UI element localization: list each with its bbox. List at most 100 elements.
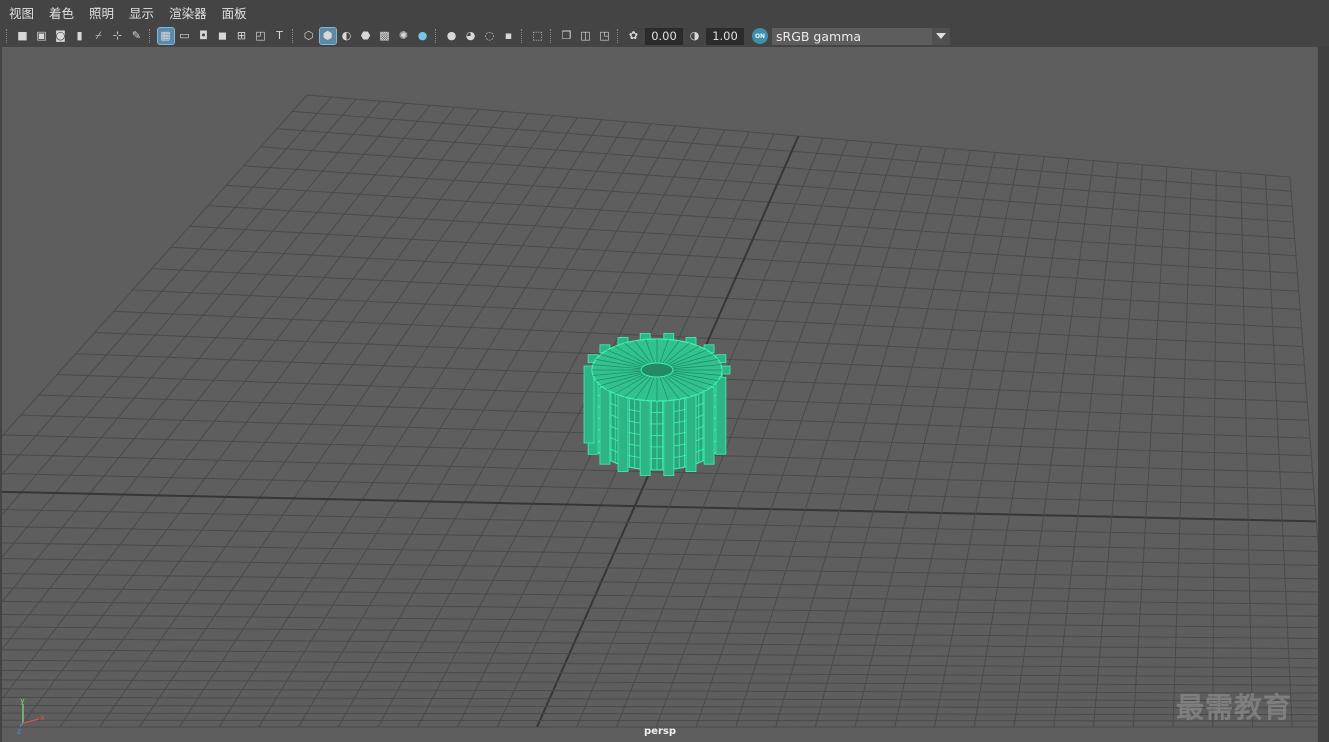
gamma-field[interactable]: 1.00 bbox=[706, 27, 744, 45]
grid-line bbox=[1132, 166, 1168, 728]
grid-line bbox=[1172, 168, 1193, 728]
image-plane-icon[interactable]: ⌿ bbox=[91, 28, 107, 44]
grid-icon[interactable]: ▦ bbox=[156, 27, 175, 45]
field-chart-icon[interactable]: ⊞ bbox=[234, 28, 250, 44]
view-transform-label: sRGB gamma bbox=[776, 28, 862, 44]
bookmark-icon[interactable]: ▮ bbox=[72, 28, 88, 44]
select-camera-icon[interactable]: ⬚ bbox=[530, 28, 546, 44]
grid-line bbox=[1264, 174, 1293, 728]
gear-tooth bbox=[583, 365, 595, 444]
grid-line bbox=[2, 688, 1318, 694]
exposure-field[interactable]: 0.00 bbox=[645, 27, 683, 45]
wireframe-icon[interactable]: ⬡ bbox=[301, 28, 317, 44]
xray-icon[interactable]: ◫ bbox=[578, 28, 594, 44]
gear-tooth bbox=[599, 386, 611, 465]
exposure-icon[interactable]: ✿ bbox=[626, 28, 642, 44]
camera-lock-icon[interactable]: ▣ bbox=[34, 28, 50, 44]
shadows-icon[interactable]: ● bbox=[415, 28, 431, 44]
menu-shading[interactable]: 着色 bbox=[40, 0, 80, 26]
toolbar-separator bbox=[292, 29, 295, 43]
grid-line bbox=[2, 696, 1318, 702]
wireframe-on-shaded-icon[interactable]: ⬣ bbox=[358, 28, 374, 44]
camera-name-label: persp bbox=[644, 726, 676, 737]
gamma-icon[interactable]: ◑ bbox=[687, 28, 703, 44]
default-material-icon[interactable]: ◐ bbox=[339, 28, 355, 44]
grid-line bbox=[1212, 170, 1217, 728]
film-gate-icon[interactable]: ▭ bbox=[177, 28, 193, 44]
xray-joints-icon[interactable]: ◳ bbox=[597, 28, 613, 44]
toolbar-separator bbox=[6, 29, 9, 43]
menu-show[interactable]: 显示 bbox=[120, 0, 160, 26]
grid-line bbox=[2, 679, 1318, 686]
textured-icon[interactable]: ▩ bbox=[377, 28, 393, 44]
gear-tooth bbox=[663, 398, 675, 476]
axis-x-label: x bbox=[40, 713, 45, 722]
gear-tooth bbox=[703, 386, 715, 465]
grid-line bbox=[99, 113, 529, 728]
grid-axis-line bbox=[2, 490, 1317, 523]
motion-blur-icon[interactable]: ◕ bbox=[463, 28, 479, 44]
grid-line bbox=[1240, 172, 1253, 728]
toolbar-separator bbox=[435, 29, 438, 43]
menu-lighting[interactable]: 照明 bbox=[80, 0, 120, 26]
grid-line bbox=[973, 158, 1070, 728]
menu-panels[interactable]: 面板 bbox=[213, 0, 253, 26]
grid-line bbox=[2, 100, 382, 559]
safe-action-icon[interactable]: ◰ bbox=[253, 28, 269, 44]
menu-bar: 视图 着色 照明 显示 渲染器 面板 bbox=[0, 0, 1329, 26]
smooth-shade-icon[interactable]: ⬢ bbox=[318, 27, 337, 45]
grid-line bbox=[854, 152, 996, 728]
watermark-text: 最需教育 bbox=[1176, 691, 1293, 724]
resolution-gate-icon[interactable]: ◘ bbox=[196, 28, 212, 44]
grid-line bbox=[2, 649, 1318, 660]
multisample-aa-icon[interactable]: ◌ bbox=[482, 28, 498, 44]
lights-icon[interactable]: ✺ bbox=[396, 28, 412, 44]
grid-line bbox=[19, 109, 480, 728]
view-transform-dropdown[interactable]: sRGB gamma bbox=[772, 27, 950, 45]
chevron-down-icon[interactable] bbox=[932, 27, 950, 45]
grid-line bbox=[894, 154, 1021, 728]
grid-line bbox=[2, 573, 1318, 593]
grid-line bbox=[2, 626, 1318, 639]
panel-right-border bbox=[1318, 47, 1329, 742]
grid-line bbox=[934, 156, 1045, 728]
screen-space-ao-icon[interactable]: ● bbox=[444, 28, 460, 44]
menu-renderer[interactable]: 渲染器 bbox=[160, 0, 213, 26]
gear-center-hole bbox=[640, 362, 674, 378]
grid-line bbox=[2, 712, 1318, 716]
isolate-select-icon[interactable]: ❐ bbox=[559, 28, 575, 44]
grid-line bbox=[2, 659, 1318, 669]
axis-y-label: y bbox=[20, 696, 25, 705]
grease-pencil-icon[interactable]: ✎ bbox=[129, 28, 145, 44]
toolbar-separator bbox=[617, 29, 620, 43]
gear-tooth bbox=[617, 394, 629, 472]
camera-attributes-icon[interactable]: ◙ bbox=[53, 28, 69, 44]
grid-line bbox=[1013, 160, 1094, 728]
grid-line bbox=[2, 96, 332, 476]
panel-toolbar: ■ ▣ ◙ ▮ ⌿ ⊹ ✎ ▦ ▭ ◘ ◼ ⊞ ◰ T ⬡ ⬢ ◐ ⬣ ▩ ✺ … bbox=[0, 26, 1329, 46]
gate-mask-icon[interactable]: ◼ bbox=[215, 28, 231, 44]
grid-line bbox=[775, 148, 947, 728]
safe-title-icon[interactable]: T bbox=[272, 28, 288, 44]
color-management-badge: ON bbox=[754, 32, 766, 40]
toolbar-separator bbox=[149, 29, 152, 43]
camera-icon[interactable]: ■ bbox=[15, 28, 31, 44]
depth-of-field-icon[interactable]: ▪ bbox=[501, 28, 517, 44]
color-management-toggle-icon[interactable]: ON bbox=[752, 28, 768, 44]
toolbar-separator bbox=[521, 29, 524, 43]
grid-line bbox=[2, 509, 1318, 538]
grid-line bbox=[1093, 164, 1144, 728]
grid-line bbox=[2, 558, 1318, 580]
perspective-viewport[interactable]: y x z persp bbox=[2, 47, 1318, 742]
menu-view[interactable]: 视图 bbox=[0, 0, 40, 26]
gear-mesh[interactable] bbox=[583, 333, 731, 476]
grid-line bbox=[2, 719, 1318, 722]
grid-line bbox=[1053, 162, 1119, 728]
grid-line bbox=[59, 111, 505, 728]
grid-line bbox=[2, 704, 1318, 709]
pivot-icon[interactable]: ⊹ bbox=[110, 28, 126, 44]
grid-line bbox=[2, 613, 1318, 629]
grid-line bbox=[2, 102, 406, 603]
gear-tooth bbox=[685, 394, 697, 472]
viewport-scene[interactable] bbox=[2, 47, 1318, 742]
